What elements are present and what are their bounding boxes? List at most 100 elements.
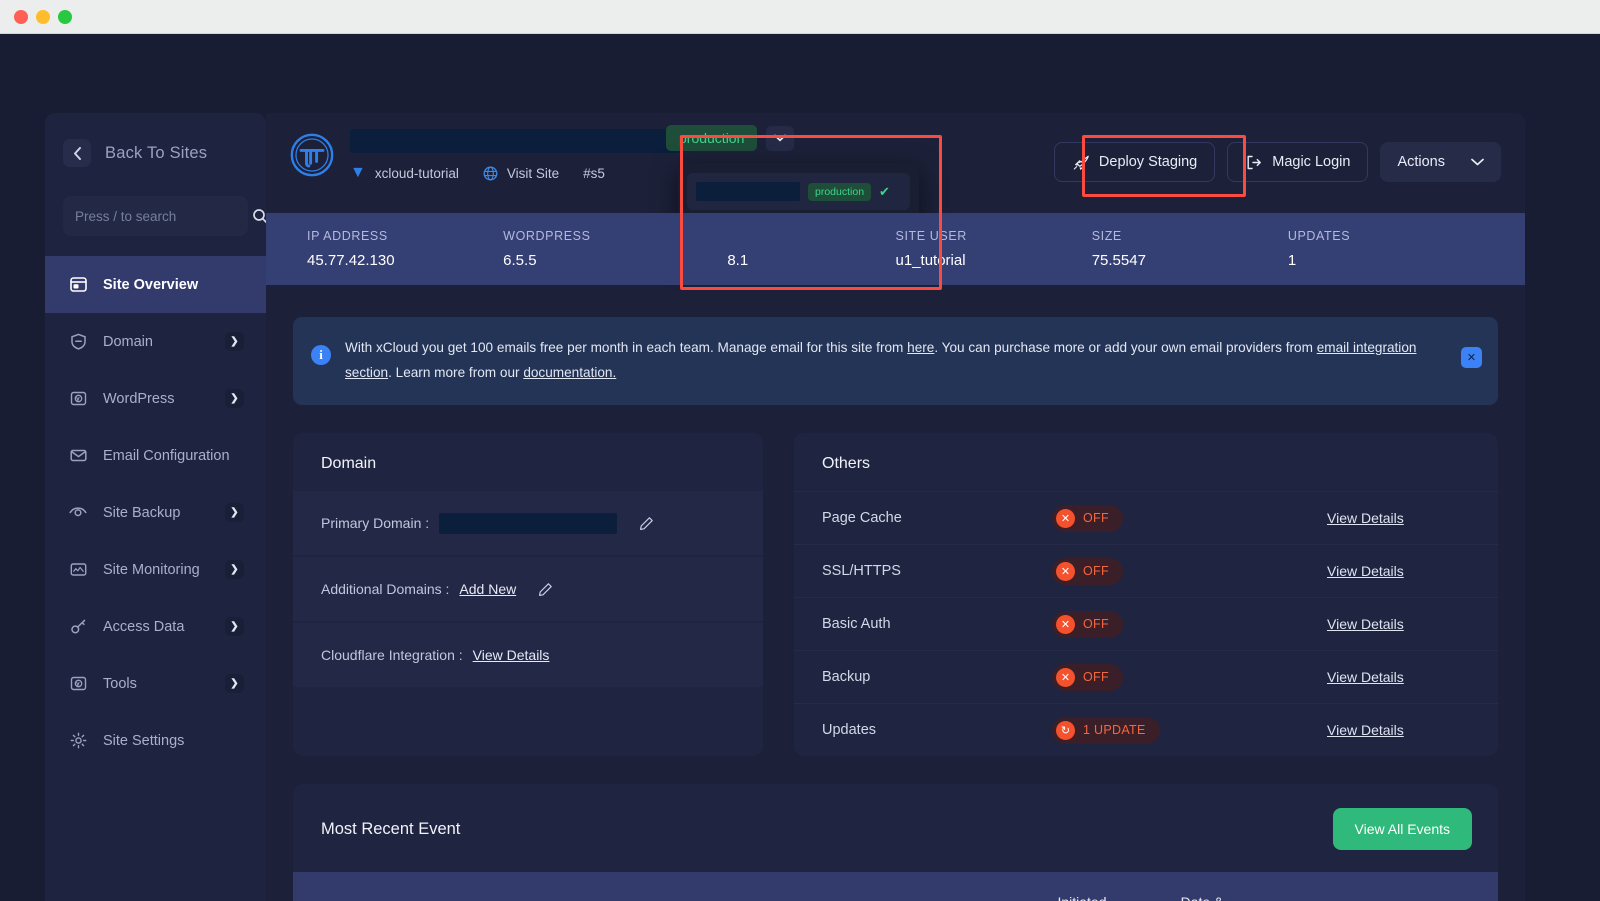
login-icon [1245, 154, 1262, 171]
sidebar-item-site-backup[interactable]: Site Backup ❯ [45, 484, 266, 541]
view-details-link[interactable]: View Details [1327, 669, 1404, 685]
others-row-name: Updates [822, 722, 1052, 738]
notice-part2: . You can purchase more or add your own … [934, 340, 1316, 355]
status-badge-off: ✕ OFF [1052, 558, 1123, 585]
view-details-link[interactable]: View Details [1327, 722, 1404, 738]
sidebar-item-site-monitoring[interactable]: Site Monitoring ❯ [45, 541, 266, 598]
close-circle-icon: ✕ [1056, 562, 1075, 581]
sidebar-item-domain[interactable]: Domain ❯ [45, 313, 266, 370]
stat-value: 75.5547 [1092, 252, 1288, 269]
close-icon[interactable]: ✕ [1461, 347, 1482, 368]
stat-wordpress: WORDPRESS 6.5.5 [503, 229, 699, 269]
view-details-link[interactable]: View Details [1327, 616, 1404, 632]
actions-label: Actions [1397, 154, 1445, 170]
refresh-circle-icon: ↻ [1056, 721, 1075, 740]
status-badge-off: ✕ OFF [1052, 505, 1123, 532]
sidebar-search[interactable] [63, 196, 248, 236]
back-to-sites[interactable]: Back To Sites [45, 113, 266, 167]
primary-domain-value-redacted [439, 513, 617, 534]
search-icon[interactable] [252, 208, 266, 224]
close-circle-icon: ✕ [1056, 509, 1075, 528]
events-table-header: # Event Initiated By Date & Time Status … [293, 872, 1498, 901]
search-input[interactable] [75, 209, 252, 224]
view-details-link[interactable]: View Details [1327, 563, 1404, 579]
cloudflare-view-details-link[interactable]: View Details [473, 647, 550, 663]
close-circle-icon: ✕ [1056, 668, 1075, 687]
header-actions: Deploy Staging Magic Login Actions [1054, 142, 1501, 182]
chevron-right-icon[interactable]: ❯ [225, 617, 244, 636]
domain-card-spacer [293, 689, 763, 721]
most-recent-event-header: Most Recent Event View All Events [293, 784, 1498, 872]
shield-icon [69, 333, 87, 351]
chevron-right-icon[interactable]: ❯ [225, 389, 244, 408]
notice-link-documentation[interactable]: documentation. [523, 365, 616, 380]
stat-value: 1 [1288, 252, 1484, 269]
stat-key: IP ADDRESS [307, 229, 503, 243]
monitor-icon [69, 561, 87, 579]
wordpress-logo-icon [290, 133, 334, 177]
stat-key: SIZE [1092, 229, 1288, 243]
back-arrow-icon[interactable] [63, 139, 91, 167]
stat-value: 8.1 [699, 252, 895, 269]
provider-label: xcloud-tutorial [375, 166, 459, 181]
chevron-right-icon[interactable]: ❯ [225, 560, 244, 579]
add-new-domain-link[interactable]: Add New [459, 581, 516, 597]
window-zoom-button[interactable] [58, 10, 72, 24]
visit-site-link[interactable]: Visit Site [507, 166, 559, 181]
chevron-right-icon[interactable]: ❯ [225, 332, 244, 351]
actions-button[interactable]: Actions [1380, 142, 1501, 182]
edit-pencil-icon[interactable] [639, 516, 654, 531]
deploy-staging-label: Deploy Staging [1099, 154, 1197, 170]
view-all-events-button[interactable]: View All Events [1333, 808, 1472, 850]
sidebar-item-site-overview[interactable]: Site Overview [45, 256, 266, 313]
view-details-link[interactable]: View Details [1327, 510, 1404, 526]
environment-badge: production [666, 125, 757, 151]
window-titlebar [0, 0, 1600, 34]
site-stats-bar: IP ADDRESS 45.77.42.130 WORDPRESS 6.5.5 … [266, 213, 1525, 285]
overview-cards: Domain Primary Domain : Additional Domai… [293, 433, 1498, 756]
environment-current-row[interactable]: production [666, 125, 794, 151]
notice-link-here[interactable]: here [907, 340, 934, 355]
rocket-icon [1072, 154, 1089, 171]
chevron-right-icon[interactable]: ❯ [225, 674, 244, 693]
sidebar-item-email-configuration[interactable]: Email Configuration [45, 427, 266, 484]
sidebar-item-access-data[interactable]: Access Data ❯ [45, 598, 266, 655]
stat-key: SITE USER [896, 229, 1092, 243]
window-close-button[interactable] [14, 10, 28, 24]
vultr-icon: ▼ [350, 165, 366, 181]
stat-value: u1_tutorial [896, 252, 1092, 269]
globe-icon[interactable] [483, 166, 498, 181]
eye-icon [69, 504, 87, 522]
environment-selector: production production ✔ Add Staging envi… [666, 125, 794, 151]
notice-part1: With xCloud you get 100 emails free per … [345, 340, 907, 355]
sidebar-item-label: Tools [103, 676, 137, 692]
cloudflare-integration-label: Cloudflare Integration : [321, 647, 463, 663]
sidebar-item-label: WordPress [103, 391, 174, 407]
window-minimize-button[interactable] [36, 10, 50, 24]
email-notice-banner: i With xCloud you get 100 emails free pe… [293, 317, 1498, 405]
sidebar-item-label: Email Configuration [103, 448, 230, 464]
stat-site-user: SITE USER u1_tutorial [896, 229, 1092, 269]
chevron-right-icon[interactable]: ❯ [225, 503, 244, 522]
stat-key: UPDATES [1288, 229, 1484, 243]
others-row-page-cache: Page Cache ✕ OFF View Details [794, 491, 1498, 544]
sidebar-item-wordpress[interactable]: WordPress ❯ [45, 370, 266, 427]
magic-login-button[interactable]: Magic Login [1227, 142, 1368, 182]
sidebar-item-tools[interactable]: Tools ❯ [45, 655, 266, 712]
primary-domain-row: Primary Domain : [293, 491, 763, 555]
stat-value: 45.77.42.130 [307, 252, 503, 269]
status-label: 1 UPDATE [1083, 723, 1146, 737]
sidebar-item-site-settings[interactable]: Site Settings [45, 712, 266, 769]
edit-pencil-icon[interactable] [538, 582, 553, 597]
sidebar-item-label: Domain [103, 334, 153, 350]
deploy-staging-button[interactable]: Deploy Staging [1054, 142, 1215, 182]
chevron-down-icon[interactable] [766, 126, 794, 151]
others-row-ssl-https: SSL/HTTPS ✕ OFF View Details [794, 544, 1498, 597]
domain-card-title: Domain [293, 433, 763, 491]
status-label: OFF [1083, 511, 1109, 525]
site-id-label: #s5 [583, 166, 605, 181]
key-icon [69, 618, 87, 636]
environment-option-production[interactable]: production ✔ [687, 173, 910, 210]
others-row-backup: Backup ✕ OFF View Details [794, 650, 1498, 703]
date-line1: Date & [1181, 894, 1224, 901]
